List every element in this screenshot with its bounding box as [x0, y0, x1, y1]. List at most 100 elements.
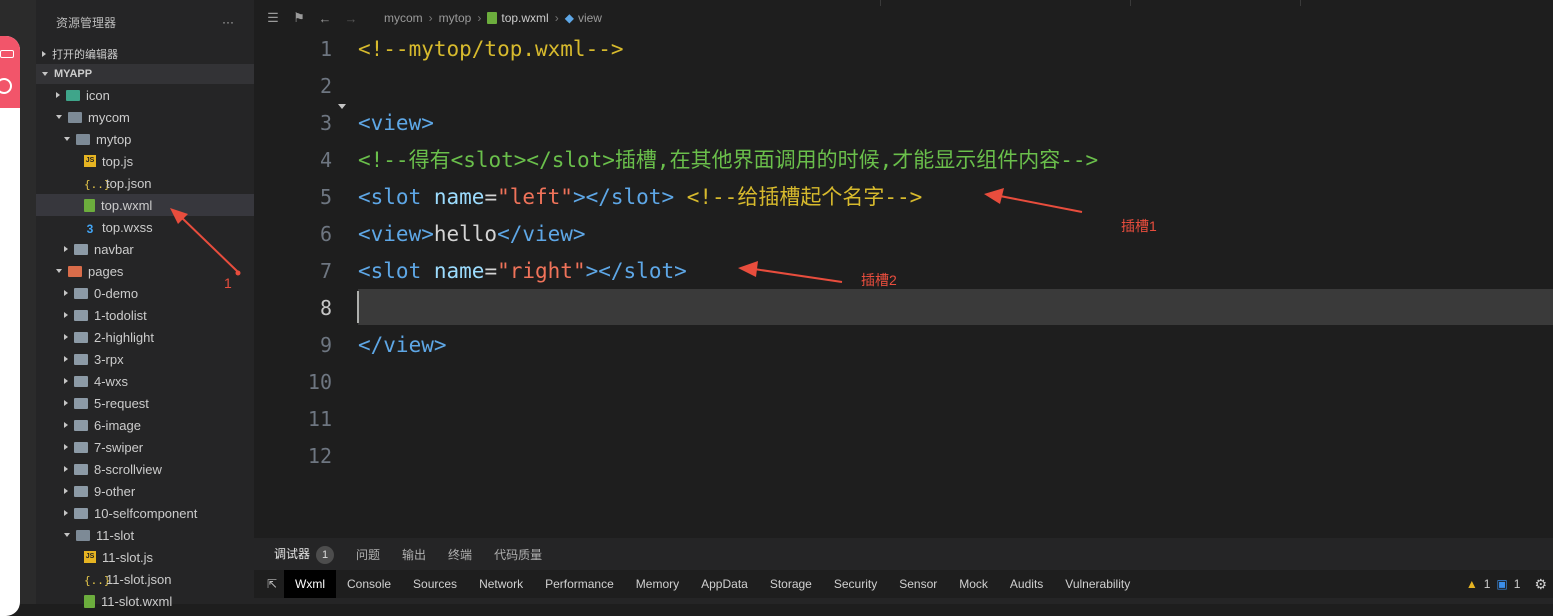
devtools-tab[interactable]: Wxml [284, 570, 336, 598]
tree-item-label: 11-slot.wxml [101, 593, 173, 609]
breadcrumb-item[interactable]: top.wxml [501, 11, 548, 25]
devtools-tab[interactable]: Security [823, 570, 888, 598]
tree-item-label: mytop [96, 131, 132, 147]
tree-item-label: top.wxss [102, 219, 153, 235]
tab-label: 调试器 [274, 546, 311, 561]
folder-icon [74, 287, 88, 299]
devtools-tab[interactable]: Sources [402, 570, 468, 598]
tree-item[interactable]: 5-request [36, 392, 254, 414]
tree-item-label: 1-todolist [94, 307, 147, 323]
phone-screen [0, 36, 20, 616]
tree-item[interactable]: navbar [36, 238, 254, 260]
line-number: 7 [319, 259, 332, 283]
tree-item[interactable]: 8-scrollview [36, 458, 254, 480]
tree-item[interactable]: 3 top.wxss [36, 216, 254, 238]
breadcrumb-separator-icon: › [554, 11, 559, 25]
js-file-icon: JS [84, 551, 96, 563]
simulator-preview [0, 0, 36, 616]
tree-item[interactable]: 11-slot [36, 524, 254, 546]
code-token: </view> [497, 222, 586, 246]
line-number: 6 [319, 222, 332, 246]
code-editor[interactable]: <!--mytop/top.wxml--> <view> <!--得有<slot><… [358, 36, 1553, 536]
tree-item-label: 6-image [94, 417, 141, 433]
tree-item-label: icon [86, 87, 110, 103]
tree-item[interactable]: 10-selfcomponent [36, 502, 254, 524]
tree-item-label: 8-scrollview [94, 461, 162, 477]
tab-output[interactable]: 输出 [402, 546, 426, 563]
tab-terminal[interactable]: 终端 [448, 546, 472, 563]
tree-item[interactable]: {..} top.json [36, 172, 254, 194]
folder-icon [74, 375, 88, 387]
line-number: 9 [319, 333, 332, 357]
message-count[interactable]: 1 [1514, 577, 1521, 591]
tree-item[interactable]: 9-other [36, 480, 254, 502]
more-actions-icon[interactable]: ··· [222, 15, 234, 29]
folder-icon [66, 89, 80, 101]
code-line: <slot name="left"></slot> <!--给插槽起个名字--> [358, 185, 922, 222]
tree-item[interactable]: 6-image [36, 414, 254, 436]
devtools-tab[interactable]: Performance [534, 570, 625, 598]
devtools-tab[interactable]: Audits [999, 570, 1054, 598]
tab-code-quality[interactable]: 代码质量 [494, 546, 542, 563]
tree-item[interactable]: 0-demo [36, 282, 254, 304]
code-line: <view>hello</view> [358, 222, 586, 259]
tab-debugger[interactable]: 调试器 1 [274, 545, 335, 564]
tree-item[interactable]: JS 11-slot.js [36, 546, 254, 568]
tree-item[interactable]: 7-swiper [36, 436, 254, 458]
tree-item[interactable]: mytop [36, 128, 254, 150]
devtools-tab[interactable]: Storage [759, 570, 823, 598]
tree-item-label: 9-other [94, 483, 136, 499]
tree-item[interactable]: {..} 11-slot.json [36, 568, 254, 590]
devtools-tab[interactable]: Network [468, 570, 534, 598]
breadcrumb-item[interactable]: view [578, 11, 602, 25]
folder-icon [74, 331, 88, 343]
tree-item[interactable]: top.wxml [36, 194, 254, 216]
tree-item[interactable]: 4-wxs [36, 370, 254, 392]
forward-arrow-icon[interactable]: → [344, 11, 358, 26]
code-token: = [484, 259, 498, 283]
breadcrumb-item[interactable]: mytop [439, 11, 472, 25]
tree-item[interactable]: 2-highlight [36, 326, 254, 348]
back-arrow-icon[interactable]: ← [318, 11, 332, 26]
warning-count[interactable]: 1 [1484, 577, 1491, 591]
breadcrumb-item[interactable]: mycom [384, 11, 423, 25]
project-section[interactable]: MYAPP [36, 64, 254, 84]
chevron-right-icon [64, 466, 68, 472]
devtools-tab[interactable]: Mock [948, 570, 999, 598]
explorer-title: 资源管理器 [56, 15, 117, 30]
devtools-tab[interactable]: Console [336, 570, 402, 598]
tree-item-label: top.wxml [101, 197, 153, 213]
devtools-tab[interactable]: Memory [625, 570, 690, 598]
tree-item[interactable]: JS top.js [36, 150, 254, 172]
tree-item-label: 11-slot [96, 527, 135, 543]
fold-chevron-icon[interactable] [338, 104, 346, 109]
devtools-tab[interactable]: Sensor [888, 570, 948, 598]
folder-icon [74, 309, 88, 321]
project-label: MYAPP [54, 68, 93, 80]
tree-item-label: top.js [102, 153, 134, 169]
bottom-panel: 调试器 1 问题 输出 终端 代码质量 ⇱ Wxml Console Sources N… [254, 538, 1553, 604]
divider [880, 0, 881, 6]
open-editors-section[interactable]: 打开的编辑器 [36, 44, 254, 64]
outline-icon[interactable]: ☰ [266, 10, 280, 25]
tree-item[interactable]: icon [36, 84, 254, 106]
code-token: = [484, 185, 498, 209]
devtools-tab[interactable]: Vulnerability [1054, 570, 1141, 598]
tree-item-label: 2-highlight [94, 329, 154, 345]
line-number: 10 [307, 370, 332, 394]
divider [1130, 0, 1131, 6]
tree-item[interactable]: mycom [36, 106, 254, 128]
tree-item[interactable]: 3-rpx [36, 348, 254, 370]
chevron-down-icon [56, 115, 62, 119]
tree-item[interactable]: 1-todolist [36, 304, 254, 326]
folder-icon [76, 133, 90, 145]
gear-icon[interactable]: ⚙ [1534, 576, 1547, 593]
tab-problems[interactable]: 问题 [356, 546, 380, 563]
tree-item[interactable]: pages [36, 260, 254, 282]
tree-item[interactable]: 11-slot.wxml [36, 590, 254, 612]
bookmark-icon[interactable]: ⚑ [292, 10, 306, 25]
inspect-element-icon[interactable]: ⇱ [264, 576, 280, 592]
tree-item-label: 11-slot.js [102, 549, 154, 565]
devtools-tab[interactable]: AppData [690, 570, 759, 598]
chevron-right-icon [64, 510, 68, 516]
